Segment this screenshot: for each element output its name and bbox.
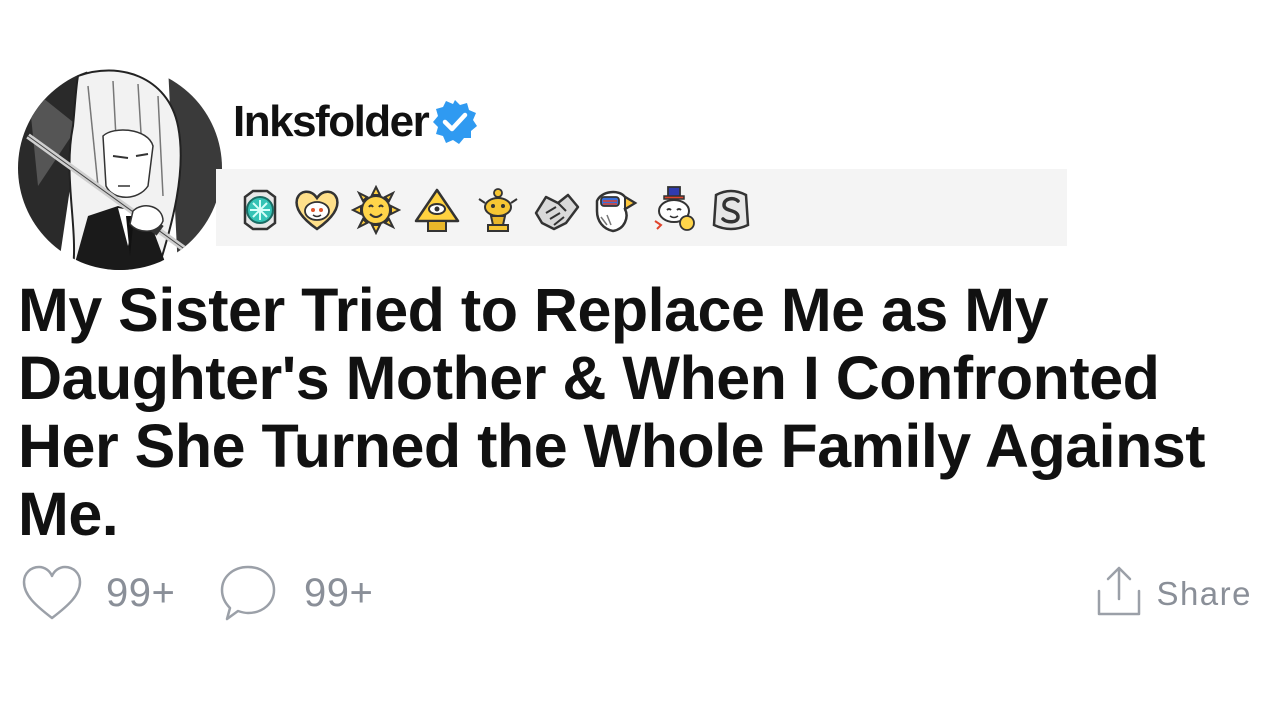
post-card: Inksfolder My Sister Tried to Replace Me…	[0, 0, 1280, 720]
illuminati-pyramid-award-icon[interactable]	[412, 185, 462, 235]
share-button[interactable]: Share	[1156, 575, 1252, 613]
silver-s-coin-award-icon[interactable]	[706, 185, 756, 235]
heart-snoo-award-icon[interactable]	[292, 185, 342, 235]
patriot-eagle-award-icon[interactable]	[589, 185, 639, 235]
share-icon[interactable]	[1096, 565, 1142, 617]
snoo-tophat-award-icon[interactable]	[649, 185, 699, 235]
manga-girl-avatar-icon	[18, 66, 222, 270]
teal-gem-award-icon[interactable]	[235, 185, 285, 235]
author-row: Inksfolder	[233, 92, 480, 152]
author-username[interactable]: Inksfolder	[233, 97, 430, 147]
heart-icon[interactable]	[21, 565, 83, 621]
post-title[interactable]: My Sister Tried to Replace Me as My Daug…	[18, 276, 1268, 548]
comment-icon[interactable]	[218, 564, 278, 622]
verified-badge-icon	[433, 100, 478, 144]
handshake-award-icon[interactable]	[532, 185, 582, 235]
gold-snoo-trophy-award-icon[interactable]	[473, 185, 523, 235]
comments-count: 99+	[304, 571, 374, 615]
likes-count: 99+	[106, 571, 176, 615]
sun-smile-award-icon[interactable]	[351, 185, 401, 235]
author-avatar[interactable]	[18, 66, 222, 270]
post-actions: 99+ 99+ Share	[0, 555, 1280, 635]
awards-bar	[216, 169, 1067, 246]
